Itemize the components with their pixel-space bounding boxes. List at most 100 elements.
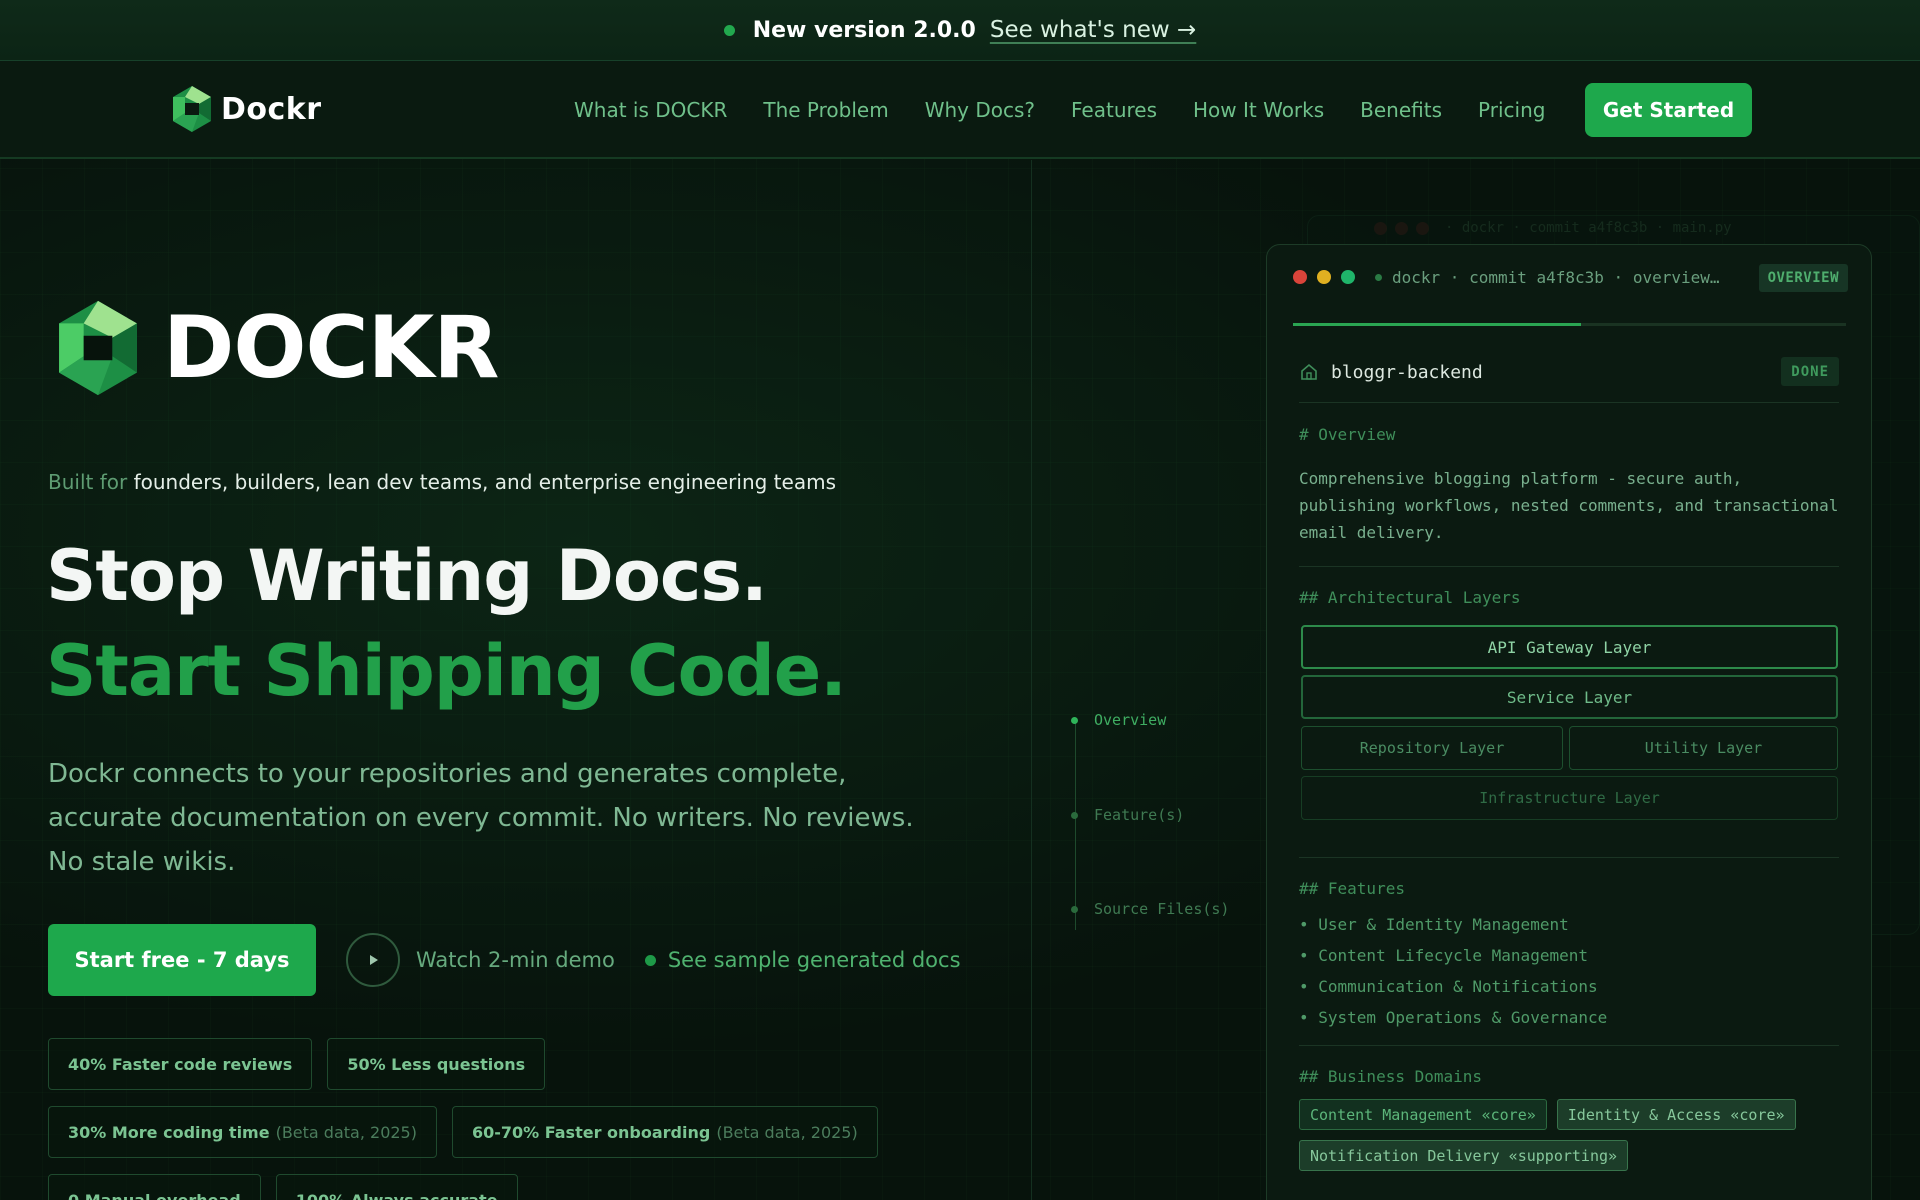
divider [1299,857,1839,858]
timeline-label: Feature(s) [1094,806,1185,824]
nav-link-why-docs[interactable]: Why Docs? [925,98,1035,122]
stat-badge: 40% Faster code reviews [48,1038,313,1090]
features-heading: ## Features [1299,879,1405,898]
nav-links: What is DOCKR The Problem Why Docs? Feat… [574,61,1545,159]
feature-item: • Communication & Notifications [1299,977,1598,996]
status-dot-icon [1375,273,1382,281]
generated-doc-window: dockr · commit a4f8c3b · overview… OVERV… [1266,244,1872,1200]
domain-tag: Content Management «core» [1299,1099,1547,1130]
brand-name: Dockr [221,91,322,127]
window-dot-icon [1374,221,1387,235]
timeline-label: Overview [1094,711,1167,729]
domain-tag: Notification Delivery «supporting» [1299,1140,1629,1171]
status-badge: DONE [1781,357,1839,386]
dockr-hero-logo-icon [59,300,137,396]
nav-link-benefits[interactable]: Benefits [1360,98,1442,122]
window-title-bar: dockr · commit a4f8c3b · overview… OVERV… [1267,245,1871,309]
stat-label: 0 Manual overhead [68,1190,241,1200]
timeline-dot-icon [1071,811,1078,819]
background-window-bar: · dockr · commit a4f8c3b · main.py [1308,216,1919,240]
domains-heading: ## Business Domains [1299,1067,1483,1086]
play-icon [370,955,378,965]
timeline-dot-icon [1071,716,1078,724]
feature-item: • User & Identity Management [1299,915,1569,934]
features-list: • User & Identity Management • Content L… [1299,909,1607,1033]
stat-label: 100% Always accurate [295,1190,498,1200]
stat-note: (Beta data, 2025) [275,1122,417,1142]
layer-infrastructure[interactable]: Infrastructure Layer [1301,776,1838,820]
announcement-bar: New version 2.0.0 See what's new → [0,0,1920,61]
divider [1299,402,1839,403]
window-dot-icon [1416,221,1429,235]
headline-primary: Stop Writing Docs. [46,535,768,617]
divider [1299,1045,1839,1046]
feature-item: • Content Lifecycle Management [1299,946,1588,965]
repo-row: bloggr-backend DONE [1299,357,1839,387]
stat-label: 60-70% Faster onboarding [471,1122,711,1142]
get-started-button[interactable]: Get Started [1585,83,1752,137]
timeline-label: Source Files(s) [1094,900,1230,918]
nav-link-what-is[interactable]: What is DOCKR [574,98,727,122]
home-icon [1301,363,1317,380]
timeline-item-source-files[interactable]: Source Files(s) [1071,900,1229,918]
play-demo-button[interactable] [346,933,400,987]
announcement-text: New version 2.0.0 [752,17,976,43]
audience-line: Built for founders, builders, lean dev t… [48,470,836,494]
layer-service[interactable]: Service Layer [1301,675,1838,719]
background-window-title: · dockr · commit a4f8c3b · main.py [1445,220,1732,236]
brand-logo-link[interactable]: Dockr [171,85,322,133]
layer-repository[interactable]: Repository Layer [1301,726,1563,770]
start-free-button[interactable]: Start free - 7 days [48,924,316,996]
view-badge: OVERVIEW [1758,264,1848,292]
stat-badge: 60-70% Faster onboarding (Beta data, 202… [451,1106,878,1158]
overview-heading: # Overview [1299,425,1396,444]
divider [1299,566,1839,567]
layers-heading: ## Architectural Layers [1299,588,1521,607]
domains-list: Content Management «core» Identity & Acc… [1299,1099,1844,1171]
watch-demo-link[interactable]: Watch 2-min demo [416,948,615,972]
stat-badge: 0 Manual overhead [48,1174,261,1200]
stat-label: 30% More coding time [68,1122,270,1142]
close-dot-icon [1293,270,1307,284]
dockr-logo-icon [173,86,211,132]
nav-link-pricing[interactable]: Pricing [1478,98,1545,122]
maximize-dot-icon [1341,270,1355,284]
nav-link-problem[interactable]: The Problem [763,98,888,122]
stats-list: 40% Faster code reviews 50% Less questio… [48,1038,948,1200]
timeline-item-overview[interactable]: Overview [1071,711,1166,729]
hero-logo-text: DOCKR [163,298,499,398]
feature-item: • System Operations & Governance [1299,1008,1608,1027]
generation-progress [1293,323,1846,326]
window-dot-icon [1395,221,1408,235]
stat-label: 40% Faster code reviews [68,1054,293,1074]
sample-dot-icon [644,954,656,966]
whats-new-link[interactable]: See what's new → [990,17,1196,43]
nav-link-features[interactable]: Features [1071,98,1157,122]
domain-tag: Identity & Access «core» [1556,1099,1796,1130]
layer-utility[interactable]: Utility Layer [1569,726,1838,770]
timeline-line [1075,720,1076,930]
stat-badge: 30% More coding time (Beta data, 2025) [48,1106,437,1158]
layer-api-gateway[interactable]: API Gateway Layer [1301,625,1838,669]
repo-name: bloggr-backend [1331,361,1483,383]
status-dot-icon [723,24,735,36]
audience-prefix: Built for [48,470,128,494]
hero-description: Dockr connects to your repositories and … [48,759,914,877]
top-navbar: Dockr What is DOCKR The Problem Why Docs… [0,61,1920,159]
overview-text: Comprehensive blogging platform - secure… [1299,469,1839,542]
section-divider [1031,160,1032,1200]
headline-accent: Start Shipping Code. [46,630,847,712]
stat-label: 50% Less questions [347,1054,526,1074]
stat-badge: 50% Less questions [327,1038,546,1090]
timeline-item-features[interactable]: Feature(s) [1071,806,1184,824]
audience-list: founders, builders, lean dev teams, and … [133,470,836,494]
minimize-dot-icon [1317,270,1331,284]
progress-fill [1293,323,1581,326]
window-title: dockr · commit a4f8c3b · overview… [1392,267,1720,287]
cta-row: Start free - 7 days Watch 2-min demo See… [48,924,961,996]
stat-note: (Beta data, 2025) [716,1122,858,1142]
sample-docs-link[interactable]: See sample generated docs [668,948,961,972]
nav-link-how-it-works[interactable]: How It Works [1193,98,1324,122]
timeline-dot-icon [1071,905,1078,913]
docs-timeline: Overview Feature(s) Source Files(s) [1071,700,1275,940]
